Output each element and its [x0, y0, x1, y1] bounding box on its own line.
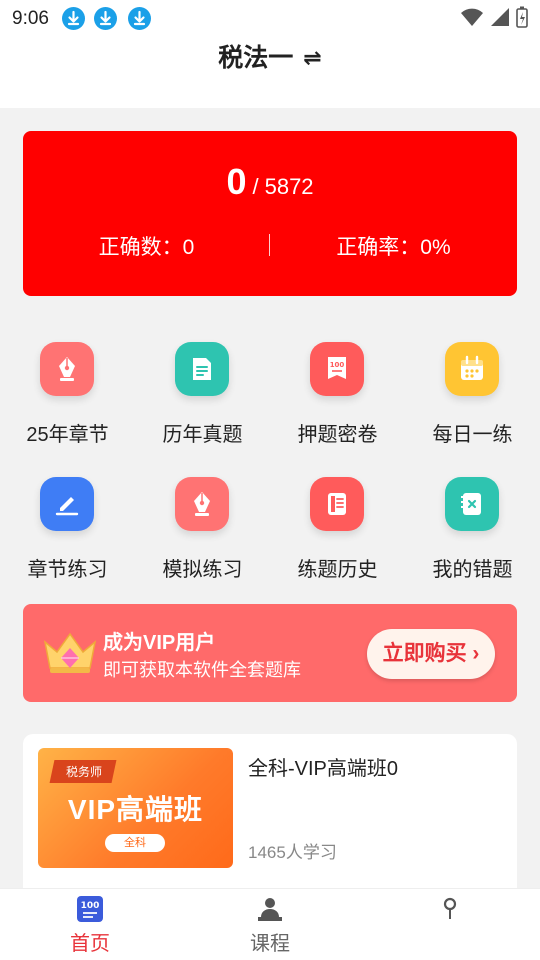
course-card[interactable]: 税务师 VIP高端班 全科 全科-VIP高端班0 1465人学习 — [23, 734, 517, 904]
calendar-icon — [445, 342, 499, 396]
nav-profile[interactable] — [400, 895, 500, 927]
grid-item-label: 我的错题 — [432, 559, 513, 581]
grid-item-label: 模拟练习 — [162, 559, 243, 581]
answered-score: 0/5872 — [23, 161, 517, 203]
swap-icon: ⇌ — [303, 45, 322, 70]
profile-icon — [443, 897, 457, 919]
grid-item-practice-history[interactable]: 练题历史 — [270, 465, 405, 595]
wrong-book-icon — [445, 477, 499, 531]
thumbnail-tag: 税务师 — [49, 760, 117, 783]
grid-item-chapters-2025[interactable]: 25年章节 — [0, 330, 135, 460]
battery-icon — [516, 6, 528, 28]
vip-banner[interactable]: 成为VIP用户 即可获取本软件全套题库 立即购买 › — [23, 604, 517, 702]
score-separator: / — [252, 174, 259, 199]
edit-icon — [40, 477, 94, 531]
page-title: 税法一 — [218, 44, 294, 72]
vip-subtitle: 即可获取本软件全套题库 — [103, 660, 301, 680]
home-100-icon: 100 — [77, 896, 103, 922]
grid-item-mock-papers[interactable]: 100 押题密卷 — [270, 330, 405, 460]
status-time: 9:06 — [12, 8, 49, 29]
bottom-nav: 100 首页 课程 — [0, 888, 540, 960]
download-icon — [62, 7, 85, 30]
grid-item-label: 章节练习 — [27, 559, 108, 581]
download-icon — [94, 7, 117, 30]
grid-item-daily-practice[interactable]: 每日一练 — [405, 330, 540, 460]
correct-count: 正确数：0 — [98, 236, 195, 259]
nav-courses[interactable]: 课程 — [220, 895, 320, 956]
notes-icon — [310, 477, 364, 531]
svg-text:100: 100 — [330, 361, 345, 369]
wifi-icon — [461, 8, 483, 26]
grid-item-label: 每日一练 — [432, 424, 513, 446]
top-bar: 9:06 税法一 ⇌ — [0, 0, 540, 108]
thumbnail-title: VIP高端班 — [67, 794, 204, 825]
vip-crown-icon — [43, 632, 97, 673]
svg-text:100: 100 — [81, 901, 100, 911]
system-icons — [460, 6, 528, 28]
pen-icon — [40, 342, 94, 396]
grid-item-my-mistakes[interactable]: 我的错题 — [405, 465, 540, 595]
progress-card: 0/5872 正确数：0 正确率：0% — [23, 131, 517, 296]
vip-title: 成为VIP用户 — [103, 632, 216, 654]
grid-item-label: 练题历史 — [297, 559, 378, 581]
course-thumbnail: 税务师 VIP高端班 全科 — [38, 748, 233, 868]
document-icon — [175, 342, 229, 396]
nav-courses-label: 课程 — [250, 933, 290, 955]
status-bar: 9:06 — [0, 0, 540, 36]
grid-item-label: 历年真题 — [162, 424, 243, 446]
grid-item-chapter-practice[interactable]: 章节练习 — [0, 465, 135, 595]
thumbnail-pill: 全科 — [105, 834, 165, 852]
grid-item-label: 25年章节 — [26, 424, 109, 446]
nav-home-label: 首页 — [70, 933, 110, 955]
course-name: 全科-VIP高端班0 — [248, 758, 399, 780]
download-icon — [128, 7, 151, 30]
buy-now-button[interactable]: 立即购买 › — [367, 629, 495, 679]
exam-100-icon: 100 — [310, 342, 364, 396]
nav-home[interactable]: 100 首页 — [40, 895, 140, 956]
teacher-icon — [258, 898, 282, 921]
grid-item-simulation[interactable]: 模拟练习 — [135, 465, 270, 595]
total-count: 5872 — [264, 174, 314, 199]
pen-icon — [175, 477, 229, 531]
signal-icon — [491, 8, 509, 26]
grid-item-past-exams[interactable]: 历年真题 — [135, 330, 270, 460]
answered-count: 0 — [226, 161, 247, 202]
correct-rate: 正确率：0% — [336, 236, 451, 259]
grid-item-label: 押题密卷 — [297, 424, 378, 446]
course-learners: 1465人学习 — [248, 843, 337, 862]
subject-switcher[interactable]: 税法一 ⇌ — [0, 38, 540, 74]
